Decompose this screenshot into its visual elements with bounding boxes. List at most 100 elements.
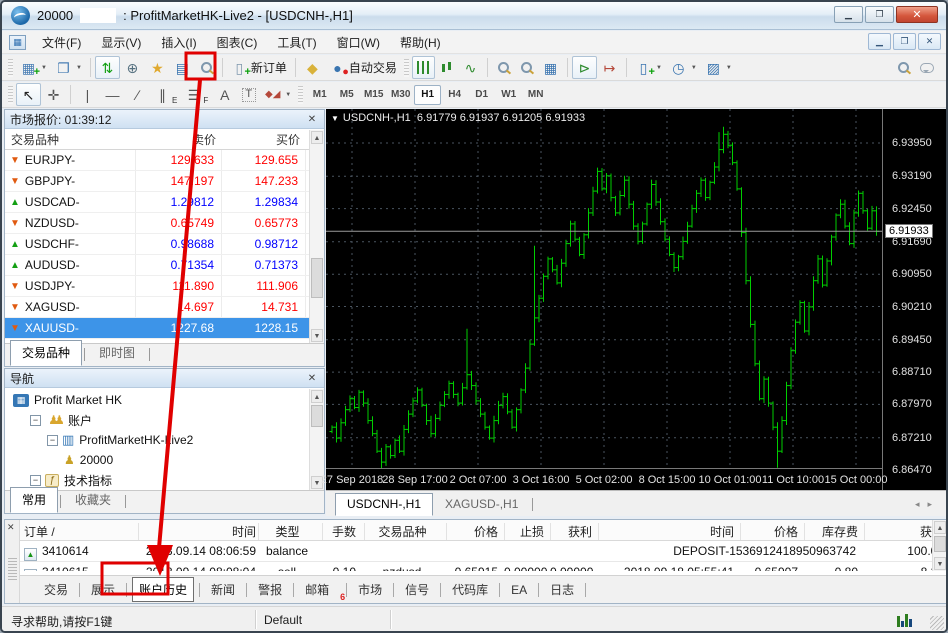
toolbar-grip[interactable] — [8, 59, 13, 77]
scroll-up-icon[interactable]: ▲ — [311, 390, 323, 403]
terminal-scrollbar[interactable]: ▲ ▼ — [932, 520, 947, 571]
navigator-toggle-button[interactable]: ★ — [145, 56, 170, 79]
market-watch-row-gbpjpy[interactable]: ▼GBPJPY-147.197147.233 — [5, 171, 324, 192]
terminal-tab-邮箱[interactable]: 邮箱6 — [299, 578, 341, 601]
navigator-tab-1[interactable]: 收藏夹 — [63, 487, 123, 513]
terminal-toggle-button[interactable]: ▤ — [170, 56, 195, 79]
resize-grip[interactable] — [930, 616, 944, 630]
terminal-col-header-0[interactable]: 订单 / — [24, 523, 136, 540]
timeframe-w1[interactable]: W1 — [495, 85, 522, 105]
cursor-button[interactable]: ↖ — [16, 83, 41, 106]
mw-col-header-1[interactable]: 卖价 — [136, 131, 222, 148]
child-restore-button[interactable]: ❐ — [893, 33, 916, 50]
zoom-in-button[interactable] — [492, 56, 515, 79]
market-watch-row-audusd[interactable]: ▲AUDUSD-0.713540.71373 — [5, 255, 324, 276]
chart-shift-button[interactable]: ↦ — [597, 56, 622, 79]
nav-tree-item-1[interactable]: −♟♟账户 — [9, 410, 324, 430]
menu-item-5[interactable]: 窗口(W) — [327, 33, 390, 53]
terminal-col-header-9[interactable]: 价格 — [740, 523, 802, 540]
terminal-tab-交易[interactable]: 交易 — [38, 578, 74, 601]
terminal-row-0[interactable]: ▲34106142018.09.14 08:06:59balanceDEPOSI… — [20, 541, 932, 562]
terminal-col-header-3[interactable]: 手数 — [322, 523, 360, 540]
market-watch-scrollbar[interactable]: ▲ ▼ — [309, 130, 324, 343]
new-order-button[interactable]: ▯+新订单 — [227, 56, 291, 79]
mw-col-header-0[interactable]: 交易品种 — [5, 131, 136, 148]
navigator-close-icon[interactable]: ✕ — [305, 373, 319, 384]
scroll-thumb[interactable] — [934, 536, 946, 552]
vertical-line-button[interactable]: | — [75, 83, 100, 106]
menu-item-4[interactable]: 工具(T) — [267, 33, 326, 53]
timeframe-m30[interactable]: M30 — [387, 85, 414, 105]
chat-button[interactable] — [915, 56, 938, 79]
mw-col-header-2[interactable]: 买价 — [222, 131, 306, 148]
status-profile[interactable]: Default — [264, 613, 302, 627]
scroll-thumb[interactable] — [311, 258, 323, 298]
terminal-row-1[interactable]: ▱34106152018.09.14 08:08:04sell0.10nzdus… — [20, 562, 932, 571]
timeframe-h1[interactable]: H1 — [414, 85, 441, 105]
menu-item-0[interactable]: 文件(F) — [32, 33, 91, 53]
timeframe-m1[interactable]: M1 — [306, 85, 333, 105]
terminal-tab-ea[interactable]: EA — [505, 580, 533, 600]
child-close-button[interactable]: ✕ — [918, 33, 941, 50]
restore-button[interactable]: ❐ — [865, 6, 894, 23]
toolbar-grip[interactable] — [298, 86, 303, 104]
terminal-col-header-10[interactable]: 库存费 — [804, 523, 862, 540]
terminal-tab-账户历史[interactable]: 账户历史 — [132, 577, 194, 602]
profiles-button[interactable]: ❐▼ — [51, 56, 86, 79]
search-button[interactable] — [892, 56, 915, 79]
market-watch-close-icon[interactable]: ✕ — [305, 114, 319, 125]
auto-scroll-button[interactable]: ⊳ — [572, 56, 597, 79]
menu-item-6[interactable]: 帮助(H) — [390, 33, 451, 53]
market-watch-row-eurjpy[interactable]: ▼EURJPY-129.633129.655 — [5, 150, 324, 171]
tree-expand-icon[interactable]: − — [30, 475, 41, 486]
bar-chart-button[interactable] — [412, 56, 435, 79]
nav-tree-item-3[interactable]: ♟20000 — [9, 450, 324, 470]
arrows-button[interactable]: ◆◢▼ — [260, 83, 295, 106]
terminal-tab-日志[interactable]: 日志 — [544, 578, 580, 601]
timeframe-mn[interactable]: MN — [522, 85, 549, 105]
terminal-col-header-4[interactable]: 交易品种 — [364, 523, 444, 540]
chart-plot[interactable]: ▼USDCNH-,H1 6.91779 6.91937 6.91205 6.91… — [326, 109, 882, 468]
terminal-tab-展示[interactable]: 展示 — [85, 578, 121, 601]
zoom-out-button[interactable] — [515, 56, 538, 79]
templates-button[interactable]: ▨▼ — [701, 56, 736, 79]
market-watch-row-xauusd[interactable]: ▼XAUUSD-1227.681228.15 — [5, 318, 324, 339]
terminal-col-header-5[interactable]: 价格 — [446, 523, 502, 540]
equidistant-channel-button[interactable]: ∥E — [150, 83, 181, 106]
tile-windows-button[interactable]: ▦ — [538, 56, 563, 79]
trendline-button[interactable]: ∕ — [125, 83, 150, 106]
scroll-up-icon[interactable]: ▲ — [934, 521, 946, 534]
tree-expand-icon[interactable]: − — [30, 415, 41, 426]
scroll-down-icon[interactable]: ▼ — [934, 557, 946, 570]
minimize-button[interactable]: ▁ — [834, 6, 863, 23]
strategy-tester-button[interactable] — [195, 56, 218, 79]
new-chart-button[interactable]: ▦+▼ — [16, 56, 51, 79]
terminal-tab-新闻[interactable]: 新闻 — [205, 578, 241, 601]
chart-menu-icon[interactable]: ▼ — [331, 114, 339, 123]
nav-tree-item-2[interactable]: −▥ProfitMarketHK-Live2 — [9, 430, 324, 450]
time-axis[interactable]: 27 Sep 201828 Sep 17:002 Oct 07:003 Oct … — [326, 468, 882, 490]
market-watch-row-xagusd[interactable]: ▼XAGUSD-14.69714.731 — [5, 297, 324, 318]
terminal-tab-警报[interactable]: 警报 — [252, 578, 288, 601]
text-button[interactable]: A — [212, 83, 237, 106]
market-watch-row-usdjpy[interactable]: ▼USDJPY-111.890111.906 — [5, 276, 324, 297]
market-watch-row-usdcad[interactable]: ▲USDCAD-1.298121.29834 — [5, 192, 324, 213]
child-minimize-button[interactable]: ▁ — [868, 33, 891, 50]
market-watch-tab-0[interactable]: 交易品种 — [10, 340, 82, 366]
terminal-col-header-1[interactable]: 时间 — [138, 523, 260, 540]
chart-tab-1[interactable]: XAGUSD-,H1 — [433, 493, 530, 516]
terminal-col-header-6[interactable]: 止损 — [504, 523, 548, 540]
terminal-tab-信号[interactable]: 信号 — [399, 578, 435, 601]
navigator-tab-0[interactable]: 常用 — [10, 487, 58, 513]
menu-item-3[interactable]: 图表(C) — [207, 33, 268, 53]
timeframe-h4[interactable]: H4 — [441, 85, 468, 105]
terminal-tab-代码库[interactable]: 代码库 — [446, 578, 494, 601]
chart-tab-scroll-arrows[interactable]: ◂▸ — [915, 499, 940, 510]
timeframe-m5[interactable]: M5 — [333, 85, 360, 105]
terminal-col-header-8[interactable]: 时间 — [598, 523, 738, 540]
terminal-grip[interactable] — [8, 558, 17, 580]
terminal-close-icon[interactable]: ✕ — [7, 522, 15, 533]
scroll-thumb[interactable] — [311, 405, 323, 427]
candlestick-chart-button[interactable] — [435, 56, 458, 79]
scroll-up-icon[interactable]: ▲ — [311, 131, 323, 144]
